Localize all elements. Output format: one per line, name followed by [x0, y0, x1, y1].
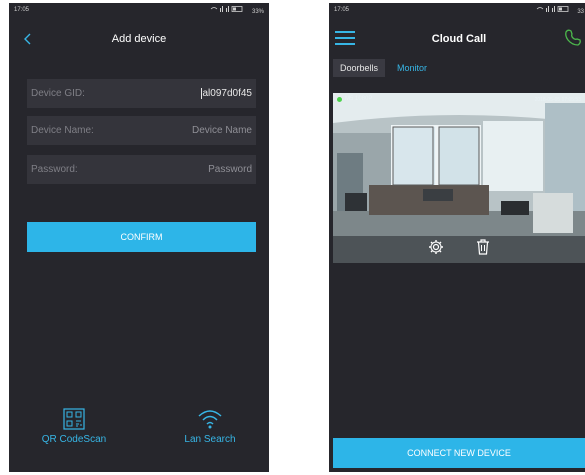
- trash-icon: [477, 239, 489, 255]
- camera-channel-label: M5 1080P: [337, 96, 372, 102]
- online-indicator: [337, 96, 342, 102]
- delete-button[interactable]: [476, 239, 490, 260]
- battery-percent: 33: [577, 9, 584, 15]
- password-field[interactable]: Password: Password: [27, 155, 256, 184]
- settings-button[interactable]: [428, 239, 444, 260]
- camera-preview[interactable]: M5 1080P 2018-05-05 17:05:53: [333, 93, 585, 263]
- qr-codescan-label: QR CodeScan: [41, 434, 107, 445]
- call-button[interactable]: [563, 27, 583, 47]
- channel-text: M5 1080P: [345, 96, 373, 102]
- device-gid-field[interactable]: Device GID: al097d0f45: [27, 79, 256, 108]
- device-name-field[interactable]: Device Name: Device Name: [27, 116, 256, 145]
- lan-search-button[interactable]: Lan Search: [165, 408, 255, 445]
- add-device-screen: 17:05 33% Add device Device GID: al097d0…: [9, 3, 269, 472]
- status-indicators: 33%: [210, 5, 264, 15]
- page-title: Add device: [111, 33, 167, 45]
- battery-percent: 33%: [251, 9, 264, 15]
- status-time: 17:05: [334, 7, 350, 13]
- gear-icon: [429, 240, 443, 254]
- signal-battery-icon: [536, 6, 569, 12]
- tab-bar: Doorbells Monitor: [329, 57, 585, 79]
- device-gid-label: Device GID:: [31, 88, 85, 99]
- status-bar: 17:05 33%: [9, 3, 269, 17]
- device-list-screen: 17:05 33 Cloud Call Doorbells Monitor M5…: [329, 3, 585, 472]
- device-name-placeholder: Device Name: [191, 125, 252, 136]
- back-button[interactable]: [19, 29, 37, 49]
- status-indicators: 33: [536, 5, 584, 15]
- tab-monitor[interactable]: Monitor: [390, 59, 434, 77]
- qr-scan-icon: [63, 408, 85, 430]
- page-title: Cloud Call: [431, 33, 487, 45]
- chevron-left-icon: [24, 33, 31, 45]
- header: Add device: [9, 17, 269, 61]
- lan-search-label: Lan Search: [184, 434, 236, 445]
- phone-hangup-icon: [565, 29, 581, 46]
- confirm-button[interactable]: CONFIRM: [27, 222, 256, 252]
- password-label: Password:: [31, 164, 78, 175]
- tab-doorbells[interactable]: Doorbells: [333, 59, 386, 77]
- status-bar: 17:05 33: [329, 3, 585, 17]
- camera-timestamp: 2018-05-05 17:05:53: [534, 97, 581, 103]
- status-time: 17:05: [14, 7, 30, 13]
- connect-new-device-button[interactable]: CONNECT NEW DEVICE: [333, 438, 585, 468]
- qr-codescan-button[interactable]: QR CodeScan: [29, 408, 119, 445]
- camera-controls: [333, 236, 585, 263]
- password-placeholder: Password: [208, 164, 252, 175]
- device-gid-value: al097d0f45: [200, 88, 252, 99]
- signal-battery-icon: [211, 6, 243, 12]
- header: Cloud Call: [329, 17, 585, 61]
- wifi-icon: [198, 410, 222, 429]
- device-name-label: Device Name:: [31, 125, 94, 136]
